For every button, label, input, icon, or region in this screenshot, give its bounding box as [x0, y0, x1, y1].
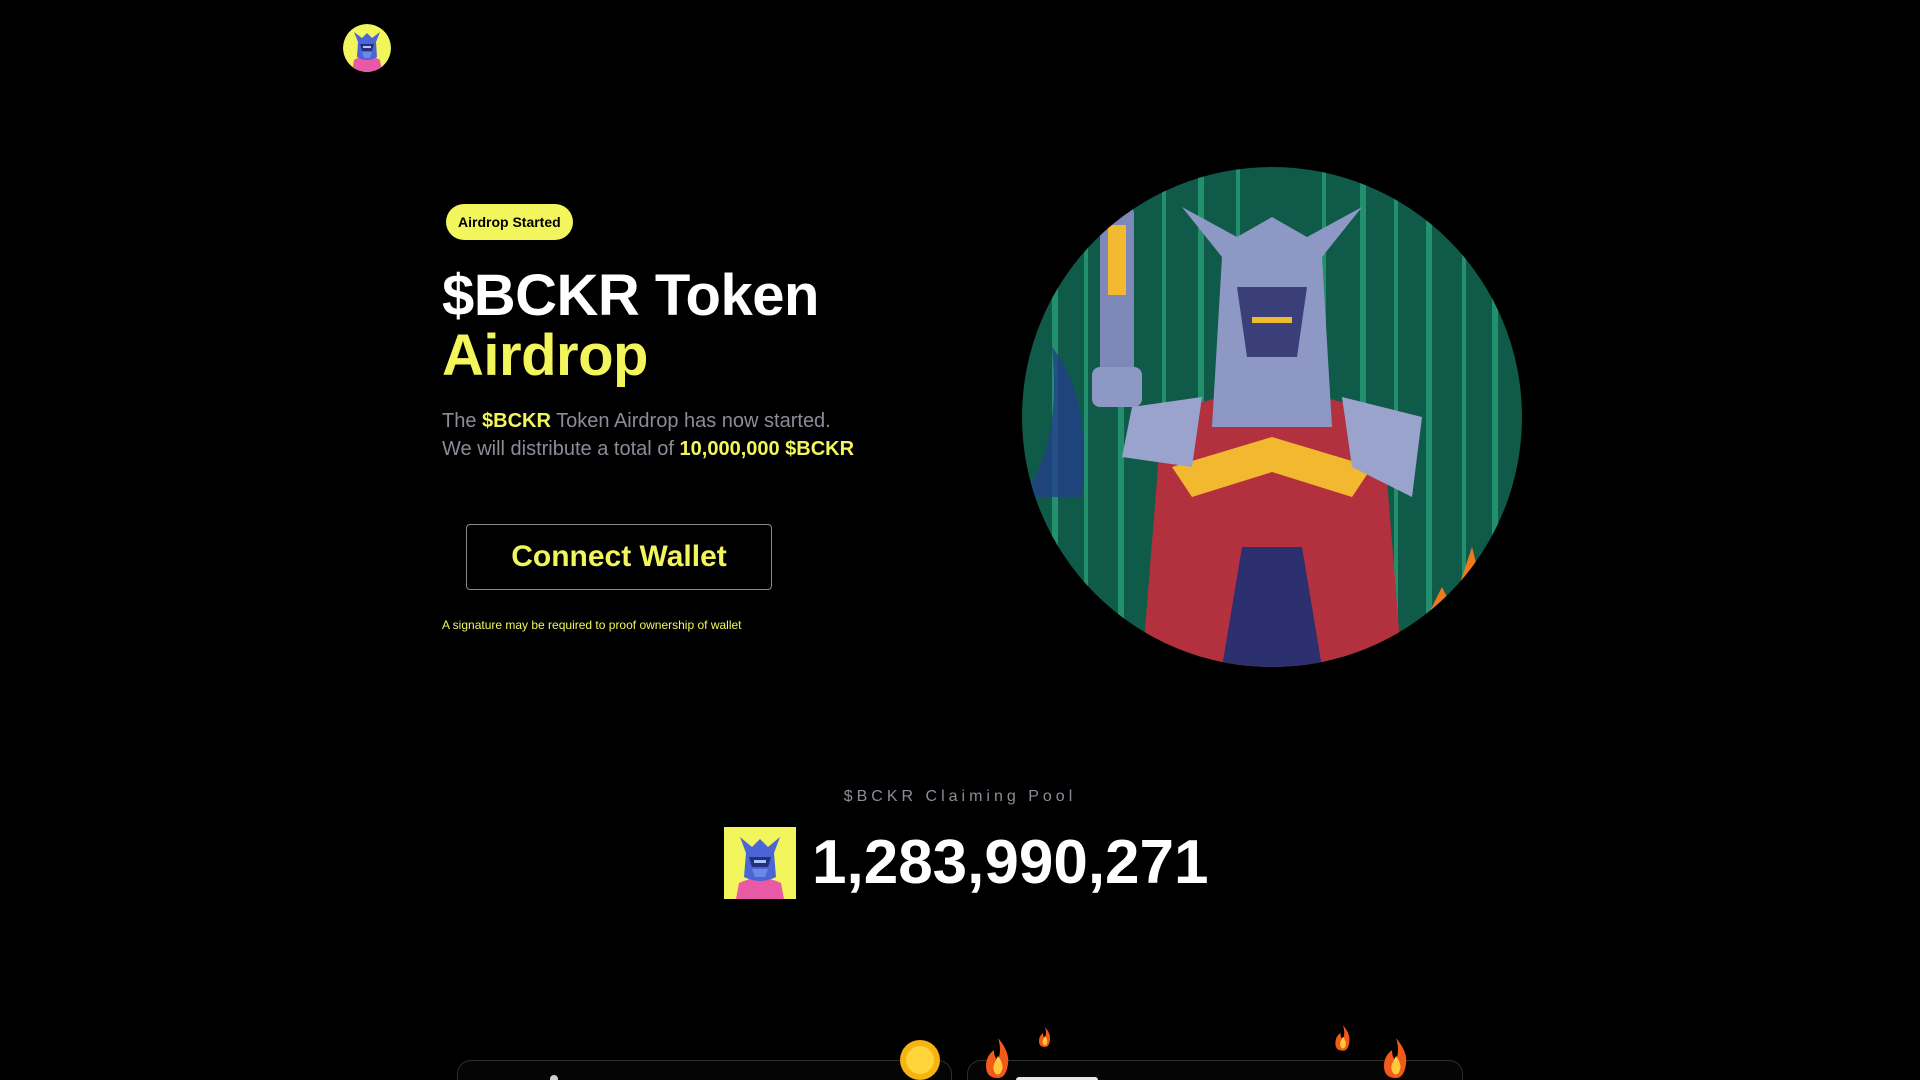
claiming-pool-value: 1,283,990,271 — [812, 828, 1209, 897]
desc-line-1-prefix: The — [442, 410, 477, 432]
airdrop-status-badge: Airdrop Started — [446, 204, 573, 240]
signature-note: A signature may be required to proof own… — [442, 618, 742, 632]
claiming-pool-label: $BCKR Claiming Pool — [843, 788, 1077, 805]
flame-icon — [1384, 1038, 1407, 1078]
desc-total-amount: 10,000,000 $BCKR — [679, 438, 855, 460]
stats-card-left — [457, 1060, 952, 1080]
desc-token-name: $BCKR — [482, 410, 551, 432]
claiming-pool-row: 1,283,990,271 — [724, 827, 1209, 899]
desc-line-1-suffix: Token Airdrop has now started. — [556, 410, 831, 432]
flame-icon — [1039, 1027, 1051, 1047]
page-title: $BCKR Token Airdrop — [442, 266, 819, 386]
flame-icon — [1335, 1025, 1350, 1051]
title-line-2: Airdrop — [442, 323, 648, 388]
gold-coin-icon — [900, 1040, 940, 1080]
avatar-logo-icon[interactable] — [343, 24, 391, 72]
token-avatar-icon — [724, 827, 796, 899]
card-dot — [550, 1075, 558, 1080]
armored-robot-character-art — [1022, 167, 1522, 667]
flame-icon — [986, 1038, 1009, 1078]
airdrop-page: Airdrop Started $BCKR Token Airdrop The … — [0, 0, 1920, 1080]
connect-wallet-button[interactable]: Connect Wallet — [466, 524, 772, 590]
desc-line-2-prefix: We will distribute a total of — [442, 438, 674, 460]
airdrop-description: The $BCKR Token Airdrop has now started.… — [442, 407, 854, 463]
title-line-1: $BCKR Token — [442, 263, 819, 328]
